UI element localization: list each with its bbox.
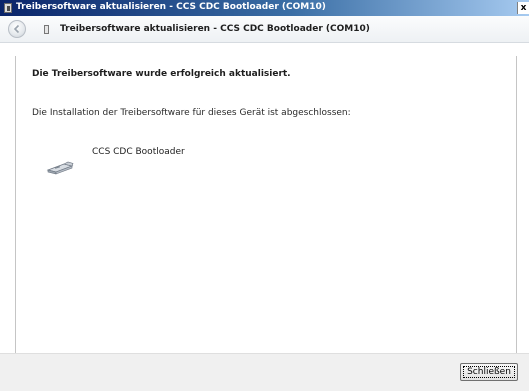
wizard-footer [0,353,529,391]
window-title: Treibersoftware aktualisieren - CCS CDC … [16,2,326,12]
content-panel [15,56,517,353]
wizard-device-icon [44,25,49,34]
usb-serial-device-icon [46,161,74,175]
window-app-icon [4,3,12,13]
window-close-button[interactable]: x [517,2,529,14]
device-name: CCS CDC Bootloader [92,147,185,157]
wizard-title: Treibersoftware aktualisieren - CCS CDC … [60,24,370,34]
back-arrow-icon [13,24,20,34]
close-button[interactable]: Schließen [460,363,518,381]
window-titlebar[interactable]: Treibersoftware aktualisieren - CCS CDC … [0,0,529,16]
info-message: Die Installation der Treibersoftware für… [32,108,351,118]
back-button[interactable] [8,20,26,38]
wizard-header: Treibersoftware aktualisieren - CCS CDC … [0,16,529,43]
success-message: Die Treibersoftware wurde erfolgreich ak… [32,69,291,79]
